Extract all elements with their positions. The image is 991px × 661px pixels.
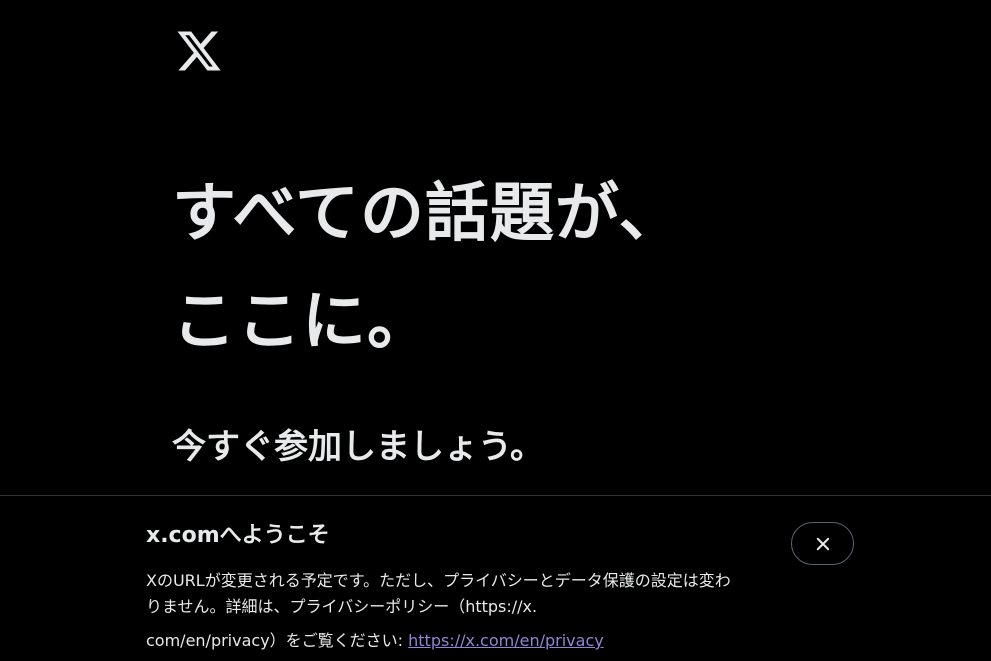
close-icon bbox=[816, 537, 829, 550]
banner-body-line3: com/en/privacy）をご覧ください: https://x.com/en… bbox=[146, 628, 791, 654]
banner-body: XのURLが変更される予定です。ただし、プライバシーとデータ保護の設定は変わ り… bbox=[146, 568, 791, 654]
hero-headline-line2: ここに。 bbox=[172, 285, 432, 359]
x-logo-icon bbox=[173, 27, 225, 75]
hero-headline-line1: すべての話題が、 bbox=[172, 177, 684, 251]
landing-page: すべての話題が、 ここに。 今すぐ参加しましょう。 x.comへようこそ XのU… bbox=[0, 0, 991, 661]
hero-headline: すべての話題が、 ここに。 bbox=[172, 160, 892, 376]
banner-body-line2: りません。詳細は、プライバシーポリシー（https://x. bbox=[146, 597, 538, 616]
x-logo-svg bbox=[177, 31, 221, 71]
privacy-link[interactable]: https://x.com/en/privacy bbox=[408, 631, 604, 650]
hero-subheading: 今すぐ参加しましょう。 bbox=[172, 427, 544, 467]
welcome-banner: x.comへようこそ XのURLが変更される予定です。ただし、プライバシーとデー… bbox=[0, 495, 991, 661]
banner-title: x.comへようこそ bbox=[146, 523, 330, 548]
banner-body-line3-text: com/en/privacy）をご覧ください: bbox=[146, 631, 409, 650]
banner-body-line1: XのURLが変更される予定です。ただし、プライバシーとデータ保護の設定は変わ bbox=[146, 571, 731, 590]
banner-close-button[interactable] bbox=[791, 522, 854, 565]
